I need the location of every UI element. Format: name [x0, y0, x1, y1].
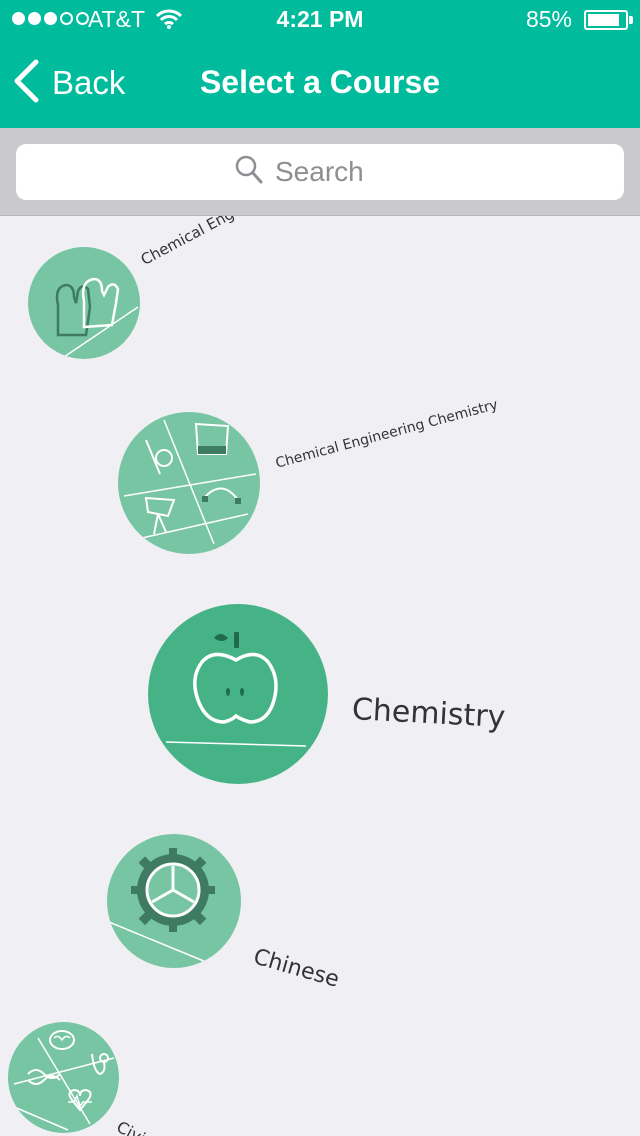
battery-cap: [629, 16, 633, 24]
search-icon: [235, 155, 263, 190]
header: AT&T 4:21 PM 85% Back Select a Course: [0, 0, 640, 128]
navigation-bar: Back Select a Course: [0, 40, 640, 128]
course-item-chemical-engineering-chemistry[interactable]: Chemical Engineering Chemistry: [0, 396, 640, 566]
battery-percentage: 85%: [525, 6, 572, 32]
course-item-chemical-engineering[interactable]: Chemical Eng: [0, 216, 640, 366]
status-bar: AT&T 4:21 PM 85%: [0, 0, 640, 40]
course-item-chemistry[interactable]: Chemistry: [0, 596, 640, 796]
course-circle: [8, 1022, 119, 1133]
course-label: Chemical Engineering Chemistry: [273, 396, 500, 472]
course-item-civil[interactable]: Civi: [0, 1016, 640, 1136]
battery-icon: [584, 10, 628, 30]
apple-icon: [165, 632, 307, 747]
search-bar: [0, 128, 640, 216]
gear-icon: [108, 848, 215, 965]
course-circle: [118, 412, 260, 554]
medical-science-icon: [11, 1030, 115, 1131]
course-circle-selected: [148, 604, 328, 784]
course-circle: [28, 247, 140, 359]
course-label: Chinese: [250, 944, 342, 993]
battery-level-fill: [588, 14, 619, 26]
course-picker-screen: AT&T 4:21 PM 85% Back Select a Course Se…: [0, 0, 640, 1136]
search-field[interactable]: [16, 144, 624, 200]
course-label: Chemical Eng: [137, 216, 238, 269]
course-circle: [107, 834, 241, 968]
mittens-icon: [55, 277, 139, 358]
page-title: Select a Course: [199, 64, 441, 100]
course-list[interactable]: Chemical Eng Chemical Engineering Chemis…: [0, 216, 640, 1136]
search-input[interactable]: [275, 156, 405, 188]
design-tools-icon: [123, 419, 257, 545]
course-label: Chemistry: [351, 692, 507, 736]
course-item-chinese[interactable]: Chinese: [0, 816, 640, 996]
